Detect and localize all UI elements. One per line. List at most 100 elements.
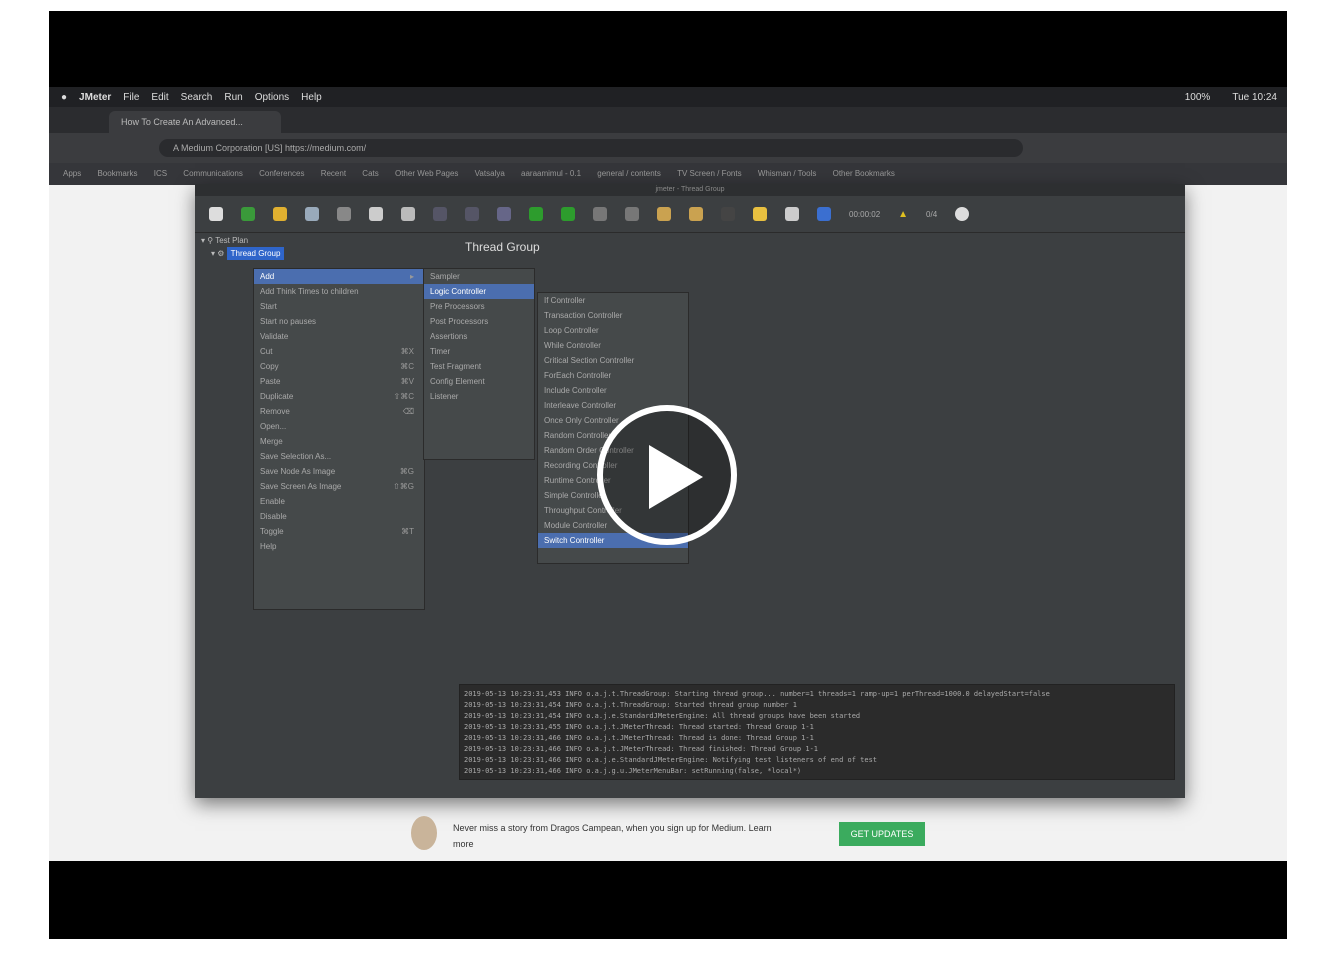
menu-item-logic-controller[interactable]: Logic Controller: [424, 284, 534, 299]
bookmark-item[interactable]: Conferences: [259, 169, 304, 178]
panel-title: Thread Group: [465, 240, 540, 254]
bookmark-item[interactable]: Other Bookmarks: [833, 169, 895, 178]
menu-item[interactable]: If Controller: [538, 293, 688, 308]
bookmark-item[interactable]: Bookmarks: [97, 169, 137, 178]
menu-item[interactable]: Config Element: [424, 374, 534, 389]
tree-item-test-plan[interactable]: ▾ ⚲ Test Plan: [201, 234, 441, 247]
log-line: 2019-05-13 10:23:31,466 INFO o.a.j.e.Sta…: [464, 756, 878, 764]
help-icon[interactable]: [817, 207, 831, 221]
menu-item[interactable]: Include Controller: [538, 383, 688, 398]
function-helper-icon[interactable]: [785, 207, 799, 221]
menu-item-label: Open...: [260, 422, 287, 431]
shortcut: ⌘X: [400, 347, 414, 356]
menu-item[interactable]: Disable: [254, 509, 424, 524]
log-line: 2019-05-13 10:23:31,454 INFO o.a.j.e.Sta…: [464, 712, 861, 720]
thread-group-label: Thread Group: [226, 247, 285, 260]
menu-item[interactable]: Timer: [424, 344, 534, 359]
menu-item-add[interactable]: Add ▸: [254, 269, 424, 284]
bookmark-item[interactable]: Communications: [183, 169, 243, 178]
menu-item[interactable]: Start: [254, 299, 424, 314]
clear-icon[interactable]: [657, 207, 671, 221]
browser-tab[interactable]: How To Create An Advanced...: [109, 111, 281, 133]
menu-item[interactable]: Transaction Controller: [538, 308, 688, 323]
menu-item[interactable]: Listener: [424, 389, 534, 404]
log-line: 2019-05-13 10:23:31,466 INFO o.a.j.t.JMe…: [464, 734, 814, 742]
new-icon[interactable]: [209, 207, 223, 221]
bookmark-item[interactable]: Recent: [321, 169, 346, 178]
templates-icon[interactable]: [241, 207, 255, 221]
video-player[interactable]: ● JMeter File Edit Search Run Options He…: [49, 11, 1287, 939]
menu-item[interactable]: Test Fragment: [424, 359, 534, 374]
save-icon[interactable]: [305, 207, 319, 221]
open-icon[interactable]: [273, 207, 287, 221]
menu-item[interactable]: ForEach Controller: [538, 368, 688, 383]
menu-item-label: Duplicate: [260, 392, 294, 401]
menu-item[interactable]: Open...: [254, 419, 424, 434]
menu-options[interactable]: Options: [255, 92, 289, 103]
menu-item[interactable]: Toggle ⌘T: [254, 524, 424, 539]
bookmark-item[interactable]: ICS: [154, 169, 167, 178]
menu-item[interactable]: Save Screen As Image ⇧⌘G: [254, 479, 424, 494]
stop-icon[interactable]: [593, 207, 607, 221]
menu-file[interactable]: File: [123, 92, 139, 103]
menu-item[interactable]: Save Selection As...: [254, 449, 424, 464]
play-icon: [649, 445, 703, 509]
shutdown-icon[interactable]: [625, 207, 639, 221]
menu-item-label: Start: [260, 302, 277, 311]
menu-item[interactable]: Start no pauses: [254, 314, 424, 329]
menu-item[interactable]: Post Processors: [424, 314, 534, 329]
menu-item[interactable]: Loop Controller: [538, 323, 688, 338]
clear-all-icon[interactable]: [689, 207, 703, 221]
menu-item[interactable]: While Controller: [538, 338, 688, 353]
start-icon[interactable]: [529, 207, 543, 221]
paste-icon[interactable]: [401, 207, 415, 221]
expand-icon[interactable]: [433, 207, 447, 221]
bookmark-item[interactable]: Apps: [63, 169, 81, 178]
menu-edit[interactable]: Edit: [151, 92, 168, 103]
start-no-pause-icon[interactable]: [561, 207, 575, 221]
menu-item[interactable]: Enable: [254, 494, 424, 509]
menu-item[interactable]: Duplicate ⇧⌘C: [254, 389, 424, 404]
bookmark-item[interactable]: Cats: [362, 169, 378, 178]
bookmark-item[interactable]: general / contents: [597, 169, 661, 178]
menu-item[interactable]: Save Node As Image ⌘G: [254, 464, 424, 479]
menu-search[interactable]: Search: [181, 92, 213, 103]
bookmark-item[interactable]: Vatsalya: [475, 169, 505, 178]
collapse-icon[interactable]: [465, 207, 479, 221]
warning-icon[interactable]: ▲: [898, 209, 908, 220]
menu-item[interactable]: Add Think Times to children: [254, 284, 424, 299]
menu-item[interactable]: Sampler: [424, 269, 534, 284]
search-icon[interactable]: [721, 207, 735, 221]
menu-item[interactable]: Critical Section Controller: [538, 353, 688, 368]
menu-item[interactable]: Validate: [254, 329, 424, 344]
toggle-icon[interactable]: [497, 207, 511, 221]
menu-item[interactable]: Paste ⌘V: [254, 374, 424, 389]
get-updates-button[interactable]: GET UPDATES: [839, 822, 925, 846]
shortcut: ⇧⌘G: [393, 482, 414, 491]
menu-item[interactable]: Help: [254, 539, 424, 554]
menu-item[interactable]: Remove ⌫: [254, 404, 424, 419]
bookmark-item[interactable]: aaraamimul - 0.1: [521, 169, 581, 178]
play-button[interactable]: [597, 405, 737, 545]
menu-item[interactable]: Copy ⌘C: [254, 359, 424, 374]
remote-icon[interactable]: [955, 207, 970, 221]
bookmark-item[interactable]: Other Web Pages: [395, 169, 458, 178]
menu-run[interactable]: Run: [224, 92, 242, 103]
tree-item-thread-group[interactable]: ▾ ⚙ Thread Group: [201, 247, 441, 260]
menu-item[interactable]: Assertions: [424, 329, 534, 344]
copy-icon[interactable]: [369, 207, 383, 221]
mac-menu-bar: ● JMeter File Edit Search Run Options He…: [49, 87, 1287, 107]
log-line: 2019-05-13 10:23:31,466 INFO o.a.j.g.u.J…: [464, 767, 802, 775]
menu-help[interactable]: Help: [301, 92, 322, 103]
menu-item[interactable]: Cut ⌘X: [254, 344, 424, 359]
bookmark-item[interactable]: Whisman / Tools: [758, 169, 817, 178]
menu-item-label: Enable: [260, 497, 285, 506]
bookmark-item[interactable]: TV Screen / Fonts: [677, 169, 741, 178]
menu-item-label: Cut: [260, 347, 273, 356]
url-field[interactable]: A Medium Corporation [US] https://medium…: [159, 139, 1023, 157]
menu-item[interactable]: Pre Processors: [424, 299, 534, 314]
cut-icon[interactable]: [337, 207, 351, 221]
menu-item[interactable]: Merge: [254, 434, 424, 449]
reset-search-icon[interactable]: [753, 207, 767, 221]
menu-item-label: Add: [260, 272, 275, 281]
